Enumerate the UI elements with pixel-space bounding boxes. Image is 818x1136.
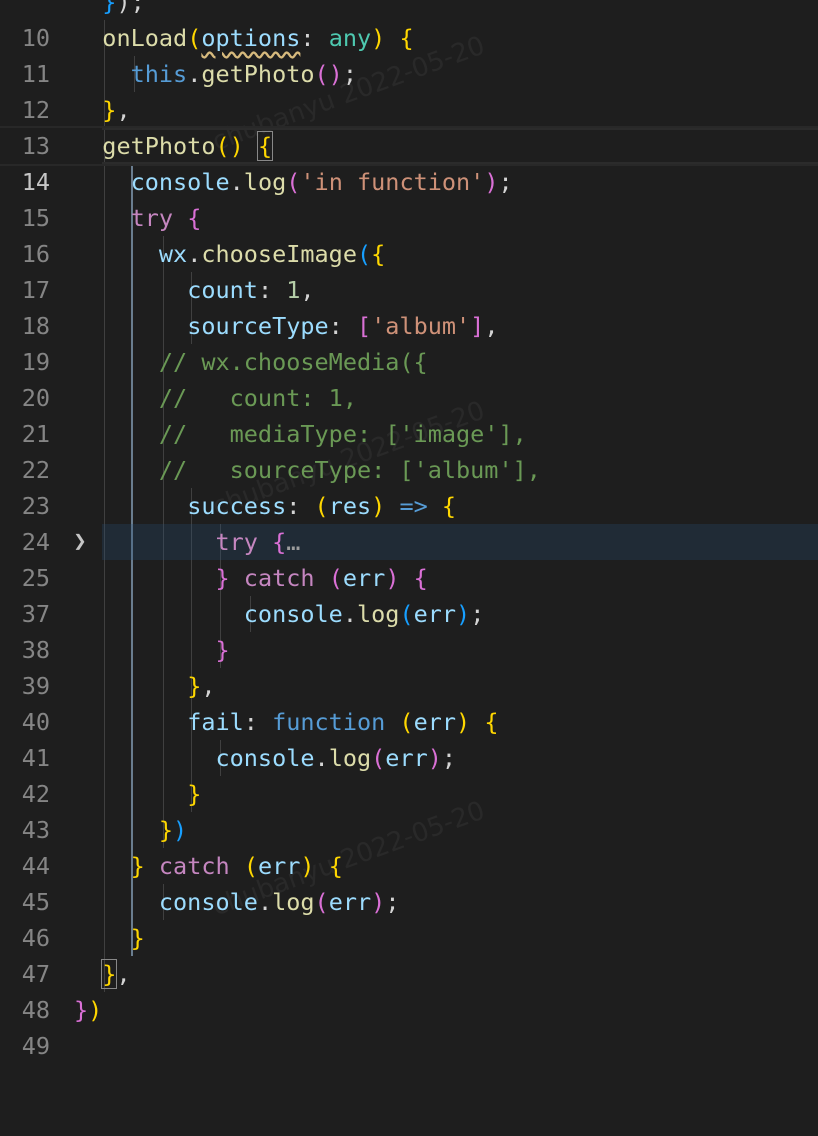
line-number: 40 <box>21 708 50 736</box>
line-number: 48 <box>21 996 50 1024</box>
code-line[interactable]: 41 fail: function (err) { <box>0 704 818 772</box>
line-number: 12 <box>21 96 50 124</box>
line-number: 47 <box>21 960 50 988</box>
line-number: 23 <box>21 492 50 520</box>
code-text: } catch (err) { <box>130 852 343 880</box>
code-comment: // mediaType: ['image'], <box>74 420 527 448</box>
code-line[interactable]: 22 // mediaType: ['image'], <box>0 416 818 484</box>
line-number: 15 <box>21 204 50 232</box>
code-text: }) <box>74 996 103 1024</box>
line-number: 22 <box>21 456 50 484</box>
code-text: }, <box>187 672 216 700</box>
code-text: success: (res) => { <box>187 492 457 520</box>
code-text: try { <box>130 204 202 232</box>
code-text: }); <box>102 0 145 16</box>
code-comment: // sourceType: ['album'], <box>74 456 541 484</box>
code-line[interactable]: 46 console.log(err); <box>0 884 818 952</box>
code-text: count: 1, <box>187 276 315 304</box>
line-number: 21 <box>21 420 50 448</box>
line-number: 43 <box>21 816 50 844</box>
code-text: wx.chooseImage({ <box>158 240 386 268</box>
line-number: 41 <box>21 744 50 772</box>
line-number: 37 <box>21 600 50 628</box>
code-text: }, <box>101 959 131 989</box>
line-number: 46 <box>21 924 50 952</box>
code-comment: // count: 1, <box>74 384 357 412</box>
line-number: 10 <box>21 24 50 52</box>
code-text: }, <box>102 96 131 124</box>
code-text: } <box>130 924 145 952</box>
code-text: } <box>215 636 230 664</box>
code-line[interactable]: 24 success: (res) => { <box>0 488 818 556</box>
code-line[interactable]: 40 }, <box>0 668 818 736</box>
code-text: getPhoto() { <box>102 131 274 161</box>
code-line[interactable]: 13 }, <box>0 92 818 160</box>
line-number: 19 <box>21 348 50 376</box>
code-text: } <box>187 780 202 808</box>
line-number: 42 <box>21 780 50 808</box>
code-line[interactable]: 10 }); <box>0 0 818 52</box>
code-line[interactable]: 43 } <box>0 776 818 844</box>
line-number: 13 <box>21 132 50 160</box>
code-comment: // wx.chooseMedia({ <box>74 348 428 376</box>
code-text: console.log('in function'); <box>130 168 513 196</box>
line-number: 20 <box>21 384 50 412</box>
line-number: 45 <box>21 888 50 916</box>
line-number: 44 <box>21 852 50 880</box>
code-line-folded[interactable]: 25 ❯ try {… <box>0 524 818 592</box>
code-editor[interactable]: chubanyu 2022-05-20 chubanyu 2022-05-20 … <box>0 0 818 1060</box>
code-line[interactable]: 11 onLoad(options: any) { <box>0 20 818 88</box>
line-number: 17 <box>21 276 50 304</box>
code-line[interactable]: 15 console.log('in function'); <box>0 164 818 232</box>
code-text: }) <box>158 816 188 844</box>
line-number: 39 <box>21 672 50 700</box>
code-text: fail: function (err) { <box>187 708 499 736</box>
code-line[interactable]: 20 // wx.chooseMedia({ <box>0 344 818 412</box>
line-number: 25 <box>21 564 50 592</box>
code-text: console.log(err); <box>158 888 400 916</box>
code-line-current[interactable]: 14 getPhoto() { <box>0 126 818 196</box>
code-line[interactable]: 16 try { <box>0 200 818 268</box>
code-text: try {… <box>215 528 301 556</box>
code-line[interactable]: 42 console.log(err); <box>0 740 818 808</box>
code-line[interactable]: 21 // count: 1, <box>0 380 818 448</box>
line-number: 16 <box>21 240 50 268</box>
line-number: 11 <box>21 60 50 88</box>
code-line[interactable]: 37 } catch (err) { <box>0 560 818 628</box>
line-number: 38 <box>21 636 50 664</box>
code-line[interactable]: 23 // sourceType: ['album'], <box>0 452 818 520</box>
code-line[interactable]: 39 } <box>0 632 818 700</box>
line-number: 14 <box>21 168 50 196</box>
code-line[interactable]: 38 console.log(err); <box>0 596 818 664</box>
code-text: sourceType: ['album'], <box>187 312 499 340</box>
line-number: 18 <box>21 312 50 340</box>
code-text: console.log(err); <box>215 744 457 772</box>
code-text: onLoad(options: any) { <box>102 24 414 52</box>
code-line[interactable]: 47 } <box>0 920 818 988</box>
code-line[interactable]: 18 count: 1, <box>0 272 818 340</box>
code-line[interactable]: 45 } catch (err) { <box>0 848 818 916</box>
code-text: console.log(err); <box>243 600 485 628</box>
code-text: this.getPhoto(); <box>130 60 357 88</box>
code-line[interactable]: 19 sourceType: ['album'], <box>0 308 818 376</box>
code-line[interactable]: 12 this.getPhoto(); <box>0 56 818 124</box>
code-line[interactable]: 49 }) <box>0 992 818 1060</box>
code-text: } catch (err) { <box>215 564 428 592</box>
line-number: 49 <box>21 1032 50 1060</box>
code-line[interactable]: 48 }, <box>0 956 818 1024</box>
code-line[interactable]: 17 wx.chooseImage({ <box>0 236 818 304</box>
line-number: 24 <box>21 528 50 556</box>
code-line[interactable]: 44 }) <box>0 812 818 880</box>
